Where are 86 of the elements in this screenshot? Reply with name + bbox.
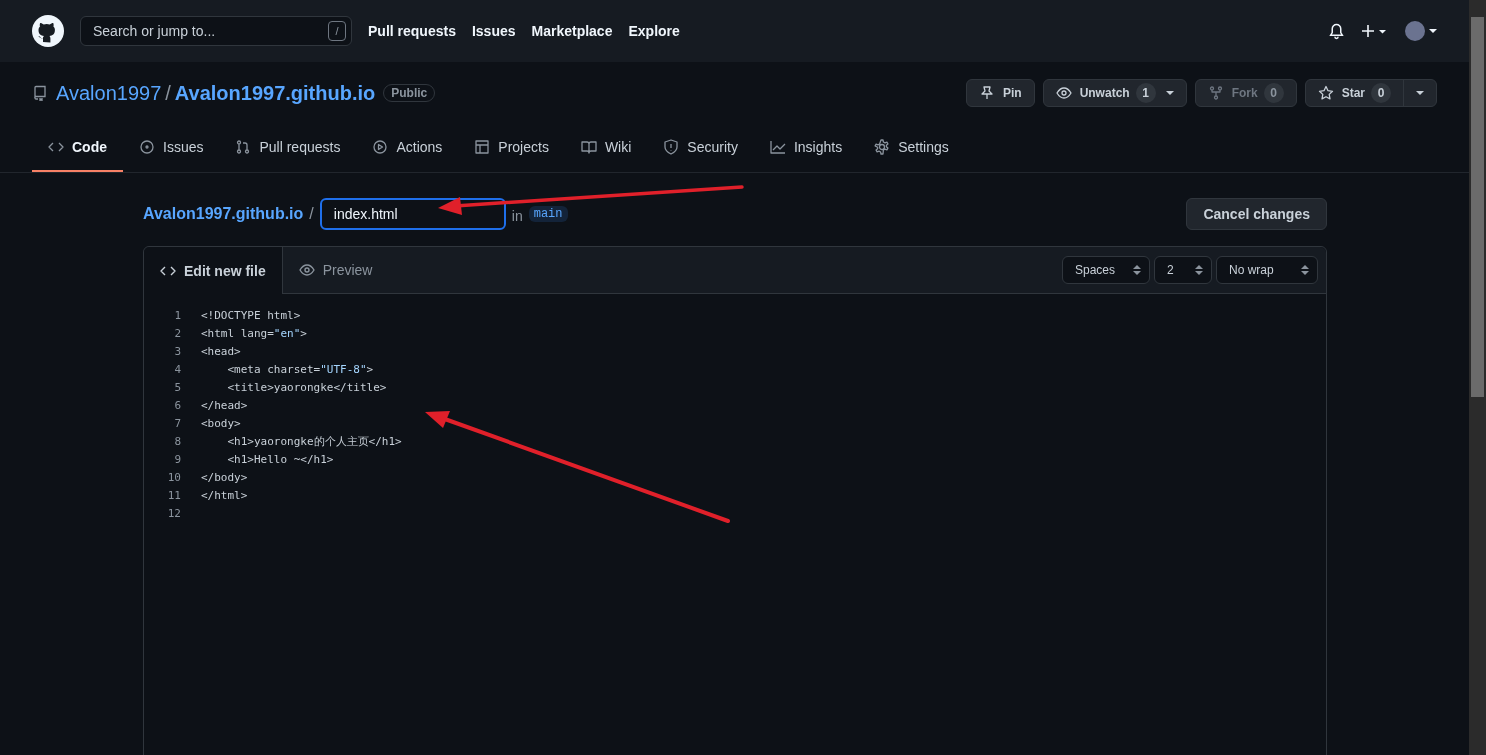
scrollbar-thumb[interactable] [1471, 17, 1484, 397]
action-label: Pin [1002, 86, 1022, 100]
plus-dropdown-icon[interactable] [1361, 23, 1387, 39]
up-down-arrows-icon [1301, 264, 1309, 276]
path-separator: / [309, 205, 314, 223]
repository-tab[interactable]: Settings [858, 124, 965, 172]
repository-tab[interactable]: Wiki [564, 124, 648, 172]
repository-action-button[interactable]: Pin [965, 79, 1035, 107]
code-line: </head> [201, 398, 248, 412]
user-avatar[interactable] [1405, 21, 1425, 41]
line-number: 8 [173, 434, 182, 448]
code-line: </body> [201, 470, 248, 484]
repository-tab[interactable]: Pull requests [219, 124, 357, 172]
counter: 1 [1135, 83, 1156, 103]
path-separator: / [165, 81, 171, 105]
header-nav-link[interactable]: Issues [471, 23, 516, 39]
counter: 0 [1371, 83, 1391, 103]
code-line: </html> [201, 488, 248, 502]
tab-icon [139, 139, 155, 155]
tab-icon [298, 262, 315, 278]
header-nav-link[interactable]: Explore [628, 23, 680, 39]
cancel-changes-button[interactable]: Cancel changes [1186, 198, 1327, 230]
scrollbar[interactable] [1469, 0, 1486, 755]
code-line: <html lang="en"> [201, 326, 307, 340]
editor-option-select[interactable]: 2 [1154, 256, 1212, 284]
line-number: 4 [173, 362, 182, 376]
counter: 0 [1263, 83, 1284, 103]
repository-tab[interactable]: Insights [753, 124, 859, 172]
code-line: <h1>yaorongke的个人主页</h1> [226, 433, 402, 449]
editor-tab[interactable]: Edit new file [144, 247, 283, 294]
line-number: 1 [173, 308, 182, 322]
editor-tab[interactable]: Preview [282, 247, 389, 293]
repository-path-link[interactable]: Avalon1997.github.io [143, 205, 304, 223]
code-line: <title>yaorongke</title> [226, 380, 387, 394]
notification-bell-icon[interactable] [1328, 22, 1345, 40]
code-line: <meta charset="UTF-8"> [226, 362, 374, 376]
line-number: 3 [173, 344, 182, 358]
line-number: 5 [173, 380, 182, 394]
filename-input-field[interactable]: index.html [319, 198, 506, 230]
tab-icon [769, 139, 786, 155]
action-label: Fork [1231, 86, 1258, 100]
caret-icon[interactable] [1416, 90, 1424, 96]
repository-tab[interactable]: Code [32, 124, 123, 172]
editor-option-select[interactable]: Spaces [1062, 256, 1150, 284]
repository-owner-link[interactable]: Avalon1997 [56, 81, 162, 105]
code-line: <h1>Hello ~</h1> [226, 452, 334, 466]
line-number: 7 [173, 416, 182, 430]
repository-tab[interactable]: Issues [123, 124, 220, 172]
action-label: Star [1341, 86, 1365, 100]
code-line: <body> [201, 416, 241, 430]
header-nav-link[interactable]: Marketplace [531, 23, 613, 39]
tab-icon [235, 139, 252, 155]
repository-action-button[interactable]: Unwatch 1 [1042, 79, 1187, 107]
line-number: 9 [173, 452, 182, 466]
line-number: 12 [166, 506, 182, 520]
caret-icon[interactable] [1429, 28, 1437, 34]
tab-icon [372, 139, 389, 155]
tab-icon [874, 139, 891, 155]
line-number: 11 [166, 488, 182, 502]
header-nav-link[interactable]: Pull requests [368, 23, 456, 39]
line-number: 10 [166, 470, 182, 484]
repository-tab[interactable]: Projects [458, 124, 565, 172]
action-icon [1055, 85, 1072, 101]
repository-action-button[interactable]: Star 0 [1304, 79, 1437, 107]
line-number: 2 [173, 326, 182, 340]
tab-icon [663, 139, 680, 155]
octocat-logo-icon[interactable] [32, 15, 64, 47]
tab-icon [474, 139, 491, 155]
tab-icon [580, 139, 597, 155]
action-label: Unwatch [1079, 86, 1130, 100]
code-line: <head> [201, 344, 241, 358]
slash-key-hint: / [328, 21, 346, 41]
line-number: 6 [173, 398, 182, 412]
repository-tab[interactable]: Security [647, 124, 754, 172]
action-icon [1207, 85, 1224, 101]
caret-icon [1165, 90, 1174, 96]
code-line: <!DOCTYPE html> [201, 308, 301, 322]
up-down-arrows-icon [1195, 264, 1203, 276]
branch-prefix-text: in [511, 208, 523, 224]
editor-option-select[interactable]: No wrap [1216, 256, 1318, 284]
repository-icon [32, 85, 48, 101]
repository-name-link[interactable]: Avalon1997.github.io [174, 81, 376, 105]
repository-tab[interactable]: Actions [356, 124, 459, 172]
action-icon [1317, 85, 1334, 101]
branch-name-label: main [528, 206, 568, 222]
up-down-arrows-icon [1133, 264, 1141, 276]
